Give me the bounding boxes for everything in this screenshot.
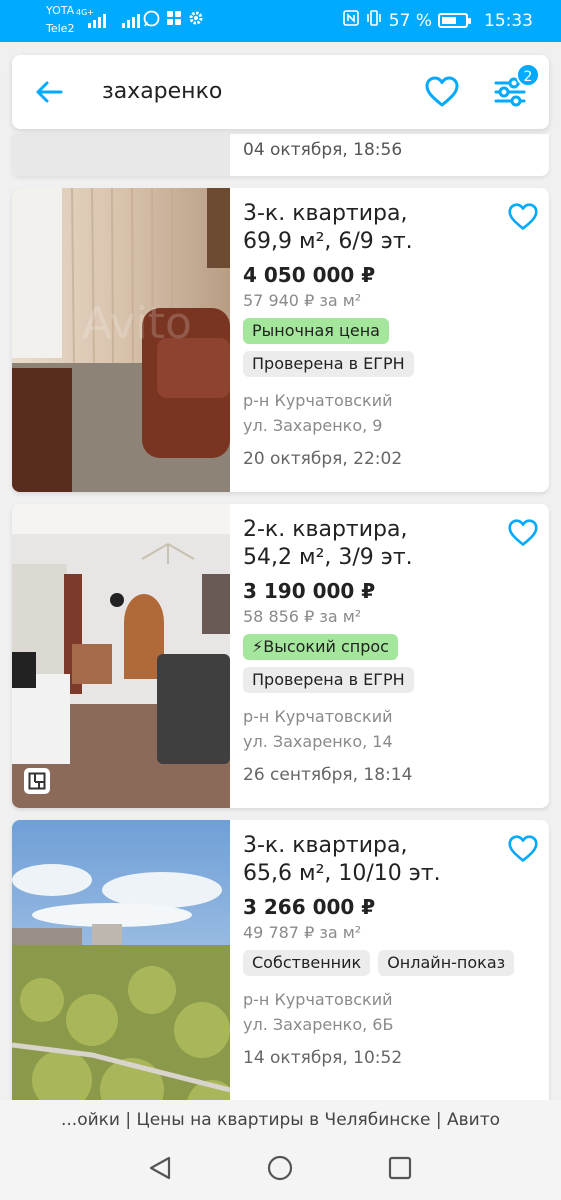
settings-icon <box>188 10 204 31</box>
owner-badge: Собственник <box>243 950 371 976</box>
listing-district: р-н Курчатовский <box>243 990 393 1009</box>
price-per-m2: 58 856 ₽ за м² <box>243 607 362 626</box>
listing-title[interactable]: 54,2 м², 3/9 эт. <box>243 544 508 572</box>
listing-info: 3-к. квартира, 69,9 м², 6/9 эт. 4 050 00… <box>243 200 508 471</box>
previous-listing-card[interactable]: 04 октября, 18:56 <box>12 134 549 176</box>
market-price-badge: Рыночная цена <box>243 318 389 344</box>
lightning-icon: ⚡ <box>252 637 264 656</box>
listing-title[interactable]: 3-к. квартира, <box>243 832 508 860</box>
listing-title[interactable]: 2-к. квартира, <box>243 516 508 544</box>
listing-address: ул. Захаренко, 14 <box>243 732 393 751</box>
battery-percent: 57 % <box>388 10 432 31</box>
favorite-heart-icon[interactable] <box>507 202 539 232</box>
clock: 15:33 <box>484 10 533 31</box>
listing-photo[interactable]: Avito <box>12 188 230 492</box>
nav-home-icon[interactable] <box>267 1155 293 1181</box>
listing-district: р-н Курчатовский <box>243 707 393 726</box>
nav-recent-apps-icon[interactable] <box>387 1155 413 1181</box>
listing-district: р-н Курчатовский <box>243 391 393 410</box>
listing-price: 4 050 000 ₽ <box>243 263 376 287</box>
listing-address: ул. Захаренко, 9 <box>243 416 383 435</box>
listing-info: 3-к. квартира, 65,6 м², 10/10 эт. 3 266 … <box>243 832 515 1070</box>
heart-icon[interactable] <box>424 75 460 109</box>
listing-price: 3 266 000 ₽ <box>243 895 376 919</box>
signal-icon <box>88 12 106 28</box>
nav-back-icon[interactable] <box>147 1155 173 1181</box>
signal-icon <box>122 12 140 28</box>
listing-title[interactable]: 69,9 м², 6/9 эт. <box>243 228 508 256</box>
online-viewing-badge: Онлайн-показ <box>378 950 515 976</box>
nfc-icon <box>342 10 359 31</box>
listing-card[interactable]: 2-к. квартира, 54,2 м², 3/9 эт. 3 190 00… <box>12 504 549 808</box>
listing-title[interactable]: 3-к. квартира, <box>243 200 508 228</box>
favorite-heart-icon[interactable] <box>507 518 539 548</box>
listing-card[interactable]: 3-к. квартира, 65,6 м², 10/10 эт. 3 266 … <box>12 820 549 1124</box>
listing-photo[interactable] <box>12 820 230 1124</box>
floor-plan-icon <box>24 768 50 794</box>
svg-text:Avito: Avito <box>82 298 192 349</box>
listing-date: 04 октября, 18:56 <box>243 140 403 160</box>
listing-info: 2-к. квартира, 54,2 м², 3/9 эт. 3 190 00… <box>243 516 508 787</box>
status-right: 57 % 15:33 <box>342 10 533 31</box>
egrn-verified-badge: Проверена в ЕГРН <box>243 667 414 693</box>
carrier-2: Tele2 <box>46 22 75 35</box>
listing-price: 3 190 000 ₽ <box>243 579 376 603</box>
listing-date: 14 октября, 10:52 <box>243 1048 403 1068</box>
whatsapp-icon <box>143 10 160 32</box>
page-title: ...ойки | Цены на квартиры в Челябинске … <box>61 1110 500 1130</box>
price-per-m2: 57 940 ₽ за м² <box>243 291 362 310</box>
status-bar: YOTA 4G+ Tele2 57 % 15:33 <box>0 0 561 42</box>
search-header: захаренко 2 <box>12 55 549 129</box>
favorite-heart-icon[interactable] <box>507 834 539 864</box>
listing-photo[interactable] <box>12 504 230 808</box>
price-per-m2: 49 787 ₽ за м² <box>243 923 362 942</box>
listing-date: 26 сентября, 18:14 <box>243 765 413 785</box>
listing-card[interactable]: Avito 3-к. квартира, 69,9 м², 6/9 эт. 4 … <box>12 188 549 492</box>
listing-date: 20 октября, 22:02 <box>243 449 403 469</box>
egrn-verified-badge: Проверена в ЕГРН <box>243 351 414 377</box>
apps-icon <box>166 10 182 31</box>
bottom-bar: ...ойки | Цены на квартиры в Челябинске … <box>0 1100 561 1200</box>
listing-address: ул. Захаренко, 6Б <box>243 1015 394 1034</box>
filter-count-badge: 2 <box>516 63 540 87</box>
battery-icon <box>438 13 471 28</box>
search-query[interactable]: захаренко <box>102 79 222 104</box>
listing-photo[interactable] <box>12 134 230 176</box>
back-arrow-icon[interactable] <box>34 77 64 107</box>
high-demand-badge: ⚡Высокий спрос <box>243 634 398 660</box>
carrier-1: YOTA <box>46 4 75 17</box>
listing-title[interactable]: 65,6 м², 10/10 эт. <box>243 860 508 888</box>
vibrate-icon <box>365 10 383 31</box>
